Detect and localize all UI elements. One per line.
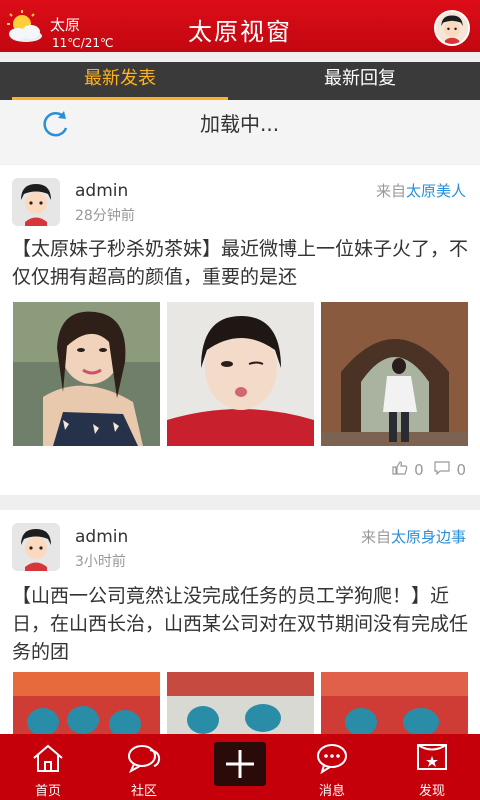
- nav-messages[interactable]: 消息: [284, 734, 380, 800]
- thumbs-up-icon: [392, 461, 408, 475]
- author-name[interactable]: admin: [75, 181, 128, 201]
- post-card[interactable]: admin 3小时前 来自太原身边事 【山西一公司竟然让没完成任务的员工学狗爬！…: [0, 510, 480, 740]
- nav-discover[interactable]: 发现: [384, 734, 480, 800]
- refresh-icon: [43, 111, 68, 137]
- source-prefix: 来自: [375, 182, 406, 200]
- avatar-icon: [436, 12, 468, 44]
- discover-flag-icon: [417, 744, 447, 770]
- post-image[interactable]: [321, 302, 468, 446]
- photo-placeholder: [321, 302, 468, 446]
- avatar-icon: [12, 523, 60, 571]
- user-avatar-button[interactable]: [434, 10, 470, 46]
- post-time: 28分钟前: [75, 208, 135, 224]
- comment-count: 0: [456, 461, 466, 479]
- source-channel-link[interactable]: 太原身边事: [391, 528, 466, 546]
- pull-refresh-indicator: 加载中...: [0, 100, 480, 164]
- comment-button[interactable]: 0: [434, 461, 466, 479]
- tab-latest-posts[interactable]: 最新发表: [0, 62, 240, 100]
- message-icon: [317, 744, 347, 774]
- tab-latest-replies[interactable]: 最新回复: [240, 62, 480, 100]
- avatar-icon: [12, 178, 60, 226]
- compose-button[interactable]: [214, 742, 266, 786]
- nav-discover-label: 发现: [418, 784, 445, 799]
- source-channel-link[interactable]: 太原美人: [406, 182, 466, 200]
- post-source: 来自太原美人: [376, 180, 466, 201]
- nav-home-label: 首页: [34, 784, 61, 799]
- loading-text: 加载中...: [200, 112, 280, 136]
- post-source: 来自太原身边事: [361, 526, 466, 547]
- feed-tabs: 最新发表 最新回复: [0, 62, 480, 100]
- plus-icon: [226, 750, 254, 778]
- nav-messages-label: 消息: [318, 784, 345, 799]
- like-button[interactable]: 0: [392, 461, 428, 479]
- post-image[interactable]: [321, 672, 468, 740]
- nav-community[interactable]: 社区: [96, 734, 192, 800]
- author-avatar[interactable]: [12, 523, 60, 571]
- like-count: 0: [414, 461, 424, 479]
- page-title: 太原视窗: [188, 18, 292, 46]
- photo-placeholder: [167, 672, 314, 740]
- post-actions: 0 0: [386, 461, 466, 479]
- photo-placeholder: [13, 302, 160, 446]
- post-image[interactable]: [13, 302, 160, 446]
- photo-placeholder: [13, 672, 160, 740]
- photo-placeholder: [321, 672, 468, 740]
- source-prefix: 来自: [360, 528, 391, 546]
- post-images: [13, 672, 468, 740]
- post-time: 3小时前: [75, 554, 126, 570]
- author-name[interactable]: admin: [75, 527, 128, 547]
- nav-home[interactable]: 首页: [0, 734, 96, 800]
- post-image[interactable]: [13, 672, 160, 740]
- comment-icon: [434, 461, 451, 476]
- post-images: [13, 302, 468, 446]
- chat-bubble-icon: [128, 745, 161, 774]
- nav-community-label: 社区: [130, 784, 157, 799]
- post-title[interactable]: 【山西一公司竟然让没完成任务的员工学狗爬！】近日，在山西长治，山西某公司对在双节…: [12, 582, 468, 666]
- photo-placeholder: [167, 302, 314, 446]
- bottom-navigation: 首页 社区 消息 发现: [0, 734, 480, 800]
- top-header: 太原 11℃/21℃ 太原视窗: [0, 0, 480, 52]
- post-card[interactable]: admin 28分钟前 来自太原美人 【太原妹子秒杀奶茶妹】最近微博上一位妹子火…: [0, 165, 480, 495]
- post-image[interactable]: [167, 672, 314, 740]
- post-image[interactable]: [167, 302, 314, 446]
- post-title[interactable]: 【太原妹子秒杀奶茶妹】最近微博上一位妹子火了，不仅仅拥有超高的颜值，重要的是还: [12, 235, 468, 291]
- author-avatar[interactable]: [12, 178, 60, 226]
- home-icon: [33, 744, 63, 772]
